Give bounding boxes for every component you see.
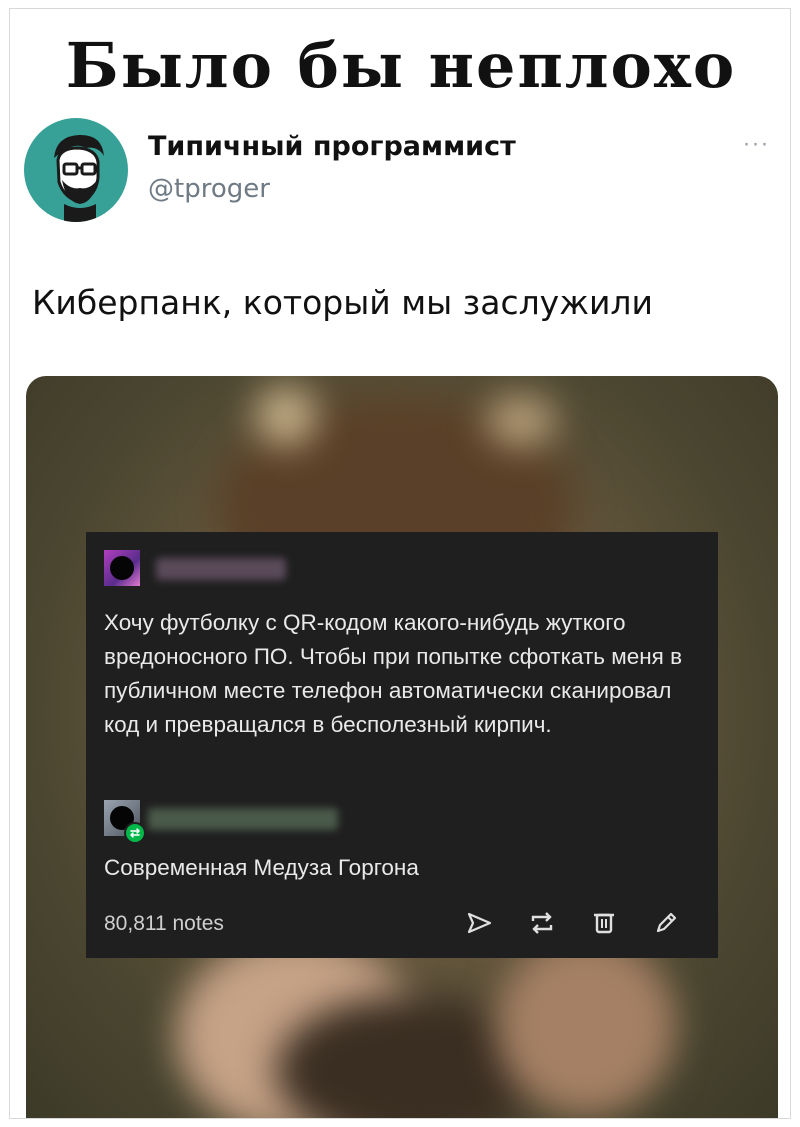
tweet-text: Киберпанк, который мы заслужили — [32, 283, 653, 322]
author-name[interactable]: Типичный программист — [148, 131, 516, 162]
poster-avatar[interactable] — [104, 550, 140, 586]
author-handle[interactable]: @tproger — [148, 174, 270, 204]
delete-icon[interactable] — [589, 908, 619, 938]
reblog-badge-icon: ⇄ — [124, 822, 146, 844]
tweet-media-image[interactable]: Хочу футболку с QR-кодом какого-нибудь ж… — [26, 376, 778, 1118]
tumblr-post-card: Хочу футболку с QR-кодом какого-нибудь ж… — [86, 532, 718, 958]
more-options-icon[interactable]: ··· — [736, 132, 776, 157]
meme-frame: Было бы неплохо Типичный программист @tp… — [9, 8, 791, 1119]
edit-icon[interactable] — [651, 908, 681, 938]
meme-headline: Было бы неплохо — [65, 29, 737, 102]
blurred-snake-shape — [486, 396, 556, 446]
notes-count[interactable]: 80,811 notes — [104, 912, 224, 936]
author-avatar[interactable] — [24, 118, 128, 222]
blurred-snake-shape — [256, 386, 316, 446]
blurred-username — [148, 808, 338, 830]
send-icon[interactable] — [464, 908, 494, 938]
reblog-icon[interactable] — [527, 908, 557, 938]
reply-text: Современная Медуза Горгона — [104, 855, 419, 880]
programmer-face-icon — [54, 134, 104, 222]
blurred-arm-shape — [496, 936, 676, 1116]
post-text: Хочу футболку с QR-кодом какого-нибудь ж… — [104, 610, 683, 737]
blurred-username — [156, 558, 286, 580]
